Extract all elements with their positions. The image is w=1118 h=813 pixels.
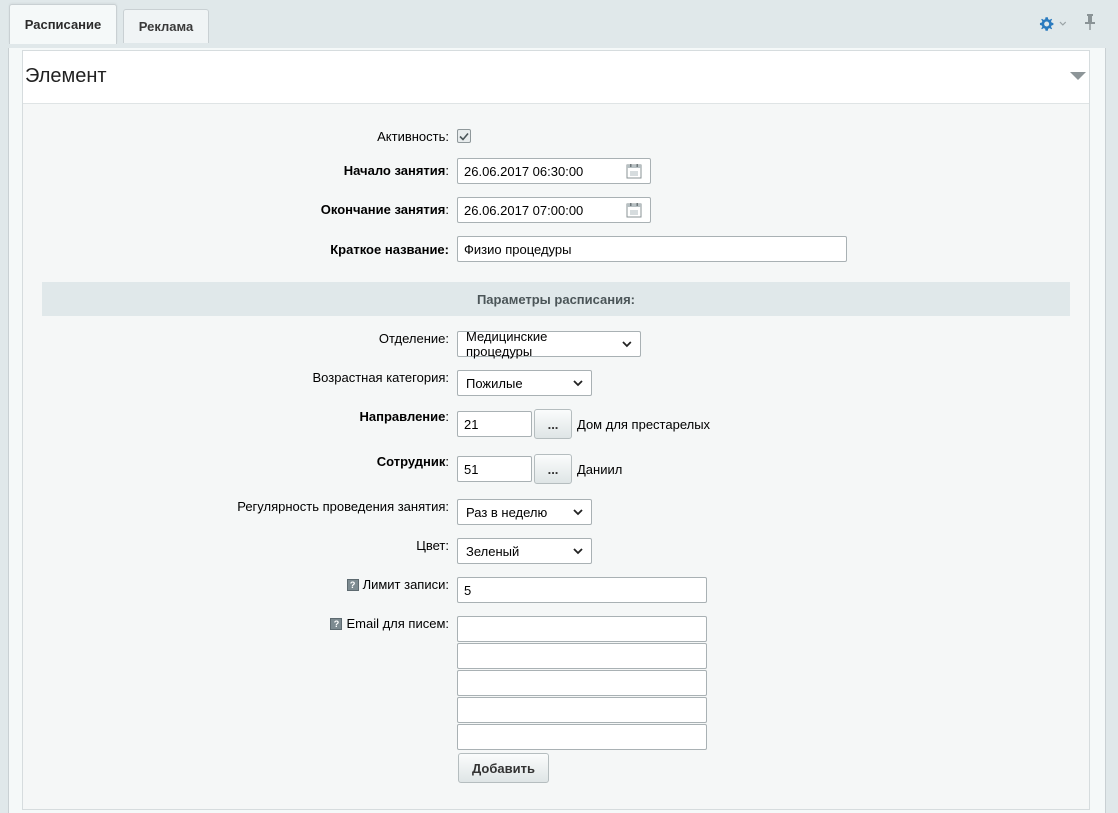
help-icon[interactable]: ? bbox=[330, 618, 343, 630]
age-category-label: Возрастная категория: bbox=[312, 370, 449, 385]
email-label: ? Email для писем: bbox=[330, 616, 449, 631]
chevron-down-icon bbox=[622, 340, 632, 347]
element-section: Элемент Активность: Начало занятия: 26.0… bbox=[22, 50, 1090, 810]
employee-label: Сотрудник: bbox=[376, 454, 449, 469]
active-label: Активность: bbox=[377, 129, 449, 144]
color-select[interactable]: Зеленый bbox=[457, 538, 592, 564]
email-input-1[interactable] bbox=[457, 616, 707, 642]
form-area: Активность: Начало занятия: 26.06.2017 0… bbox=[23, 103, 1089, 809]
direction-text: Дом для престарелых bbox=[577, 417, 711, 432]
content-panel: Элемент Активность: Начало занятия: 26.0… bbox=[8, 48, 1106, 813]
direction-label: Направление: bbox=[359, 409, 449, 424]
limit-input[interactable]: 5 bbox=[457, 577, 707, 603]
tab-advertising-label: Реклама bbox=[138, 19, 194, 34]
short-name-label: Краткое название: bbox=[330, 242, 449, 257]
short-name-input[interactable]: Физио процедуры bbox=[457, 236, 847, 262]
end-label: Окончание занятия: bbox=[320, 202, 449, 217]
calendar-icon[interactable] bbox=[626, 202, 642, 218]
department-label: Отделение: bbox=[378, 331, 449, 346]
chevron-down-icon bbox=[573, 508, 583, 515]
age-category-value: Пожилые bbox=[466, 375, 523, 391]
calendar-icon[interactable] bbox=[626, 163, 642, 179]
chevron-down-icon bbox=[573, 547, 583, 554]
regularity-value: Раз в неделю bbox=[466, 504, 548, 520]
employee-browse-button[interactable]: ... bbox=[534, 454, 572, 484]
params-subheader: Параметры расписания: bbox=[42, 282, 1070, 316]
settings-button[interactable] bbox=[1039, 15, 1067, 33]
direction-browse-button[interactable]: ... bbox=[534, 409, 572, 439]
start-datetime-value: 26.06.2017 06:30:00 bbox=[464, 163, 584, 179]
section-title: Элемент bbox=[25, 65, 107, 87]
check-icon bbox=[459, 132, 469, 141]
color-value: Зеленый bbox=[466, 543, 520, 559]
employee-value: 51 bbox=[464, 461, 479, 477]
regularity-label: Регулярность проведения занятия: bbox=[237, 499, 449, 514]
gear-icon bbox=[1039, 17, 1054, 31]
email-input-5[interactable] bbox=[457, 724, 707, 750]
tab-bar: Расписание Реклама bbox=[0, 0, 1118, 48]
chevron-down-icon bbox=[1059, 21, 1067, 26]
department-value: Медицинские процедуры bbox=[466, 329, 548, 359]
tab-schedule[interactable]: Расписание bbox=[9, 4, 117, 44]
direction-input[interactable]: 21 bbox=[457, 411, 532, 437]
email-input-3[interactable] bbox=[457, 670, 707, 696]
department-select[interactable]: Медицинские процедуры bbox=[457, 329, 641, 359]
email-input-4[interactable] bbox=[457, 697, 707, 723]
pin-button[interactable] bbox=[1083, 13, 1099, 33]
tab-schedule-label: Расписание bbox=[24, 17, 102, 32]
employee-text: Даниил bbox=[577, 462, 623, 477]
age-category-select[interactable]: Пожилые bbox=[457, 370, 592, 396]
pin-icon bbox=[1085, 14, 1095, 30]
email-input-2[interactable] bbox=[457, 643, 707, 669]
tab-advertising[interactable]: Реклама bbox=[123, 9, 209, 43]
collapse-arrow-icon[interactable] bbox=[1069, 71, 1087, 81]
color-label: Цвет: bbox=[416, 538, 449, 553]
end-datetime-value: 26.06.2017 07:00:00 bbox=[464, 202, 584, 218]
active-checkbox[interactable] bbox=[457, 129, 471, 143]
help-icon[interactable]: ? bbox=[346, 579, 359, 591]
regularity-select[interactable]: Раз в неделю bbox=[457, 499, 592, 525]
limit-label: ? Лимит записи: bbox=[346, 577, 449, 592]
end-datetime-input[interactable]: 26.06.2017 07:00:00 bbox=[457, 197, 651, 223]
short-name-value: Физио процедуры bbox=[464, 241, 572, 257]
start-datetime-input[interactable]: 26.06.2017 06:30:00 bbox=[457, 158, 651, 184]
start-label: Начало занятия: bbox=[343, 163, 449, 178]
chevron-down-icon bbox=[573, 379, 583, 386]
direction-value: 21 bbox=[464, 416, 479, 432]
limit-value: 5 bbox=[464, 582, 472, 598]
add-email-button[interactable]: Добавить bbox=[458, 753, 549, 783]
employee-input[interactable]: 51 bbox=[457, 456, 532, 482]
